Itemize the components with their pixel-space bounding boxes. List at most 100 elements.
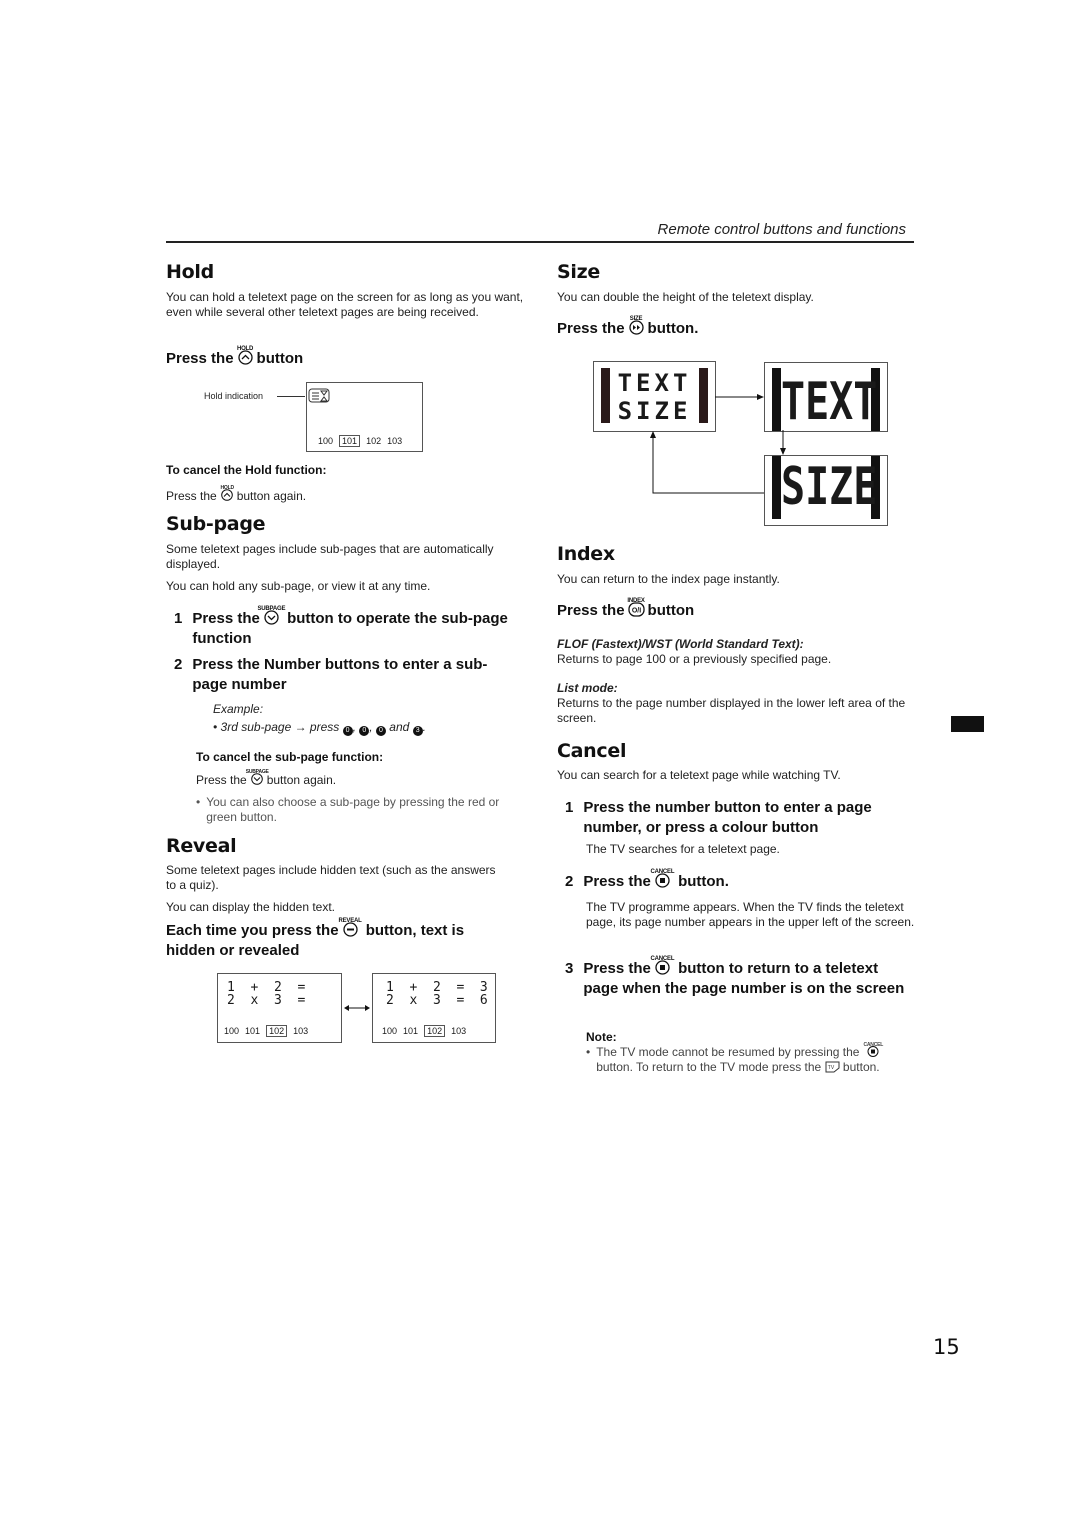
subpage-step-2: 2 Press the Number buttons to enter a sub…	[174, 655, 504, 695]
text: button again.	[236, 489, 307, 503]
page-numbers: 100 101 102 103	[318, 435, 408, 447]
leader-line	[277, 396, 305, 397]
text: Press the	[166, 489, 217, 503]
page-number: 15	[933, 1335, 960, 1359]
page-numbers: 100 101 102 103	[224, 1025, 314, 1037]
hold-indicator-icon	[308, 388, 330, 403]
chapter-tab-marker	[951, 716, 984, 732]
text: button. To return to the TV mode press t…	[596, 1060, 822, 1074]
text: button.	[842, 1060, 880, 1074]
equation-line-2: 2 x 3 = 6	[386, 993, 488, 1008]
cancel-heading: Cancel	[557, 740, 627, 762]
header-rule	[166, 241, 914, 243]
step-number: 1	[174, 610, 183, 627]
hold-cancel-text: Press the HOLD button again.	[166, 485, 307, 504]
text-line-2-enlarged-partial: SIZE	[781, 419, 877, 431]
flof-title: FLOF (Fastext)/WST (World Standard Text)…	[557, 637, 804, 651]
cancel-note: • The TV mode cannot be resumed by pressi…	[586, 1042, 906, 1075]
text: button.	[647, 320, 699, 337]
text: Each time you press the	[166, 922, 339, 939]
page-number: 103	[387, 436, 403, 446]
flof-text: Returns to page 100 or a previously spec…	[557, 652, 832, 666]
index-heading: Index	[557, 543, 615, 565]
hold-indication-label: Hold indication	[204, 391, 264, 401]
size-button-icon: SIZE	[628, 316, 645, 335]
text: button again.	[266, 773, 337, 787]
number-key-3-icon: 3	[412, 726, 423, 736]
page-number: 101	[245, 1026, 261, 1036]
button-text: button	[256, 350, 304, 367]
size-intro: You can double the height of the teletex…	[557, 290, 814, 304]
equation-line-2: 2 x 3 =	[227, 993, 306, 1008]
text: button.	[678, 873, 729, 890]
number-key-0-icon: 0	[342, 726, 353, 736]
press-text: Press the	[166, 350, 234, 367]
text: Press the	[196, 773, 247, 787]
text: You can also choose a sub-page by pressi…	[206, 795, 500, 824]
subpage-button-icon: SUBPAGE	[257, 606, 285, 625]
hold-button-icon: HOLD	[237, 346, 254, 365]
index-intro: You can return to the index page instant…	[557, 572, 780, 586]
page-number-selected: 101	[339, 435, 361, 447]
page-number: 101	[403, 1026, 419, 1036]
subpage-note: • You can also choose a sub-page by press…	[196, 795, 516, 825]
bullet: •	[196, 795, 201, 809]
subpage-step-1: 1 Press the SUBPAGE button to operate the …	[174, 606, 514, 649]
reveal-intro-1: Some teletext pages include hidden text …	[166, 863, 496, 892]
reveal-revealed-screen: 1 + 2 = 3 2 x 3 = 6 100 101 102 103	[372, 973, 496, 1043]
reveal-instruction: Each time you press the REVEAL button, te…	[166, 918, 516, 961]
cancel-button-icon: CANCEL	[863, 1042, 883, 1057]
step-number: 2	[565, 873, 574, 890]
text: Press the number button to enter a page …	[583, 799, 872, 836]
subpage-intro-2: You can hold any sub-page, or view it at…	[166, 579, 431, 593]
cancel-button-icon: CANCEL	[650, 956, 674, 975]
page-numbers: 100 101 102 103	[382, 1025, 472, 1037]
subpage-intro-1: Some teletext pages include sub-pages th…	[166, 542, 494, 571]
subpage-cancel-title: To cancel the sub-page function:	[196, 750, 384, 764]
reveal-button-icon: REVEAL	[338, 918, 362, 937]
tv-button-icon: TV	[825, 1061, 840, 1073]
page-number: 100	[224, 1026, 240, 1036]
svg-text:TV: TV	[827, 1065, 834, 1071]
page-number-selected: 102	[424, 1025, 446, 1037]
page-number: 103	[293, 1026, 309, 1036]
page-number: 102	[366, 436, 382, 446]
text: Press the	[583, 960, 651, 977]
hold-instruction: Press the HOLD button	[166, 346, 304, 369]
section-header: Remote control buttons and functions	[657, 221, 906, 238]
hold-screen-diagram: 100 101 102 103	[306, 382, 423, 452]
cancel-step-1-detail: The TV searches for a teletext page.	[586, 842, 780, 856]
manual-page: Remote control buttons and functions Hol…	[0, 0, 1080, 1528]
list-mode-title: List mode:	[557, 681, 618, 695]
text-line-2-enlarged: SIZE	[781, 457, 878, 517]
svg-text:O/I: O/I	[631, 608, 640, 615]
number-key-0-icon: 0	[359, 726, 370, 736]
number-key-0-icon: 0	[375, 726, 386, 736]
size-cycle-arrows	[650, 394, 786, 494]
subpage-cancel-text: Press the SUBPAGE button again.	[196, 769, 337, 788]
hold-heading: Hold	[166, 261, 214, 283]
text: Press the	[557, 602, 625, 619]
subpage-button-icon: SUBPAGE	[246, 769, 269, 785]
bullet: •	[586, 1045, 591, 1059]
text: button	[647, 602, 695, 619]
reveal-hidden-screen: 1 + 2 = 2 x 3 = 100 101 102 103	[217, 973, 342, 1043]
page-number: 100	[382, 1026, 398, 1036]
text: Press the	[192, 610, 260, 627]
size-instruction: Press the SIZE button.	[557, 316, 699, 339]
reveal-heading: Reveal	[166, 835, 237, 857]
index-instruction: Press the INDEX O/I button	[557, 598, 695, 621]
subpage-heading: Sub-page	[166, 513, 266, 535]
text: and	[389, 720, 410, 734]
list-mode-text: Returns to the page number displayed in …	[557, 696, 906, 725]
reveal-intro-2: You can display the hidden text.	[166, 900, 336, 914]
hold-button-icon: HOLD	[220, 485, 234, 501]
cancel-intro: You can search for a teletext page while…	[557, 768, 841, 782]
step-number: 1	[565, 799, 574, 816]
step-number: 3	[565, 960, 574, 977]
index-button-icon: INDEX O/I	[627, 598, 645, 617]
page-number: 103	[451, 1026, 467, 1036]
page-number-selected: 102	[266, 1025, 288, 1037]
cancel-button-icon: CANCEL	[650, 869, 674, 888]
cancel-step-2: 2 Press the CANCEL button.	[565, 869, 729, 892]
